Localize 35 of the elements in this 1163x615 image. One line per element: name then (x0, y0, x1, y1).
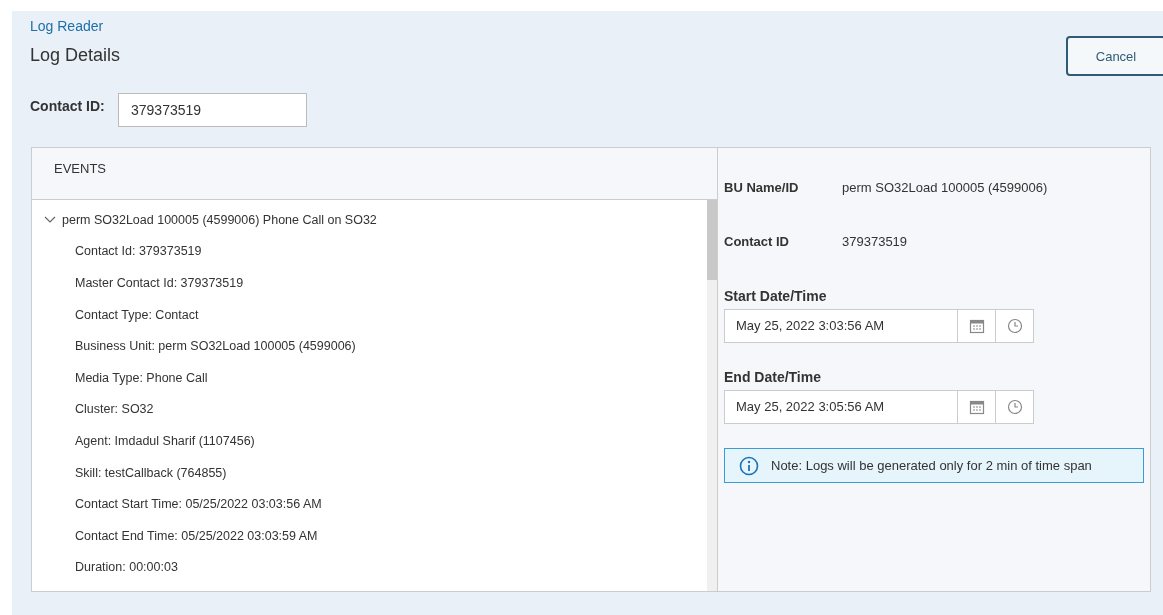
tree-item[interactable]: Skill: testCallback (764855) (75, 465, 227, 480)
detail-label: Contact ID (724, 234, 790, 251)
date-time-field[interactable]: May 25, 2022 3:03:56 AM (724, 309, 1034, 343)
detail-value: perm SO32Load 100005 (4599006) (842, 180, 1048, 197)
section-heading: EVENTS (54, 161, 106, 176)
contact-id-field[interactable]: 379373519 (118, 93, 307, 127)
tree-item[interactable]: perm SO32Load 100005 (4599006) Phone Call on SO32 (62, 212, 377, 227)
tree-item[interactable]: Contact End Time: 05/25/2022 03:03:59 AM (75, 528, 318, 543)
chevron-down-icon[interactable] (44, 215, 56, 224)
tree-item[interactable]: Contact Id: 379373519 (75, 244, 202, 259)
page-title: Log Details (30, 45, 121, 66)
detail-label: BU Name/ID (724, 180, 800, 197)
info-icon (739, 455, 759, 476)
tree-item[interactable]: Agent: Imdadul Sharif (1107456) (75, 433, 255, 448)
scrollbar[interactable] (707, 200, 717, 591)
breadcrumb-link[interactable]: Log Reader (30, 17, 121, 35)
detail-value: 379373519 (842, 234, 908, 251)
tree-item[interactable]: Business Unit: perm SO32Load 100005 (4599006) (75, 339, 356, 354)
tree-item[interactable]: Master Contact Id: 379373519 (75, 276, 244, 290)
note-text: Note: Logs will be generated only for 2 min of time span (771, 458, 1092, 473)
date-time-field[interactable]: May 25, 2022 3:05:56 AM (724, 390, 1034, 424)
cancel-button[interactable]: Cancel (1066, 36, 1163, 76)
tree-item[interactable]: Contact Start Time: 05/25/2022 03:03:56 AM (75, 497, 322, 512)
field-label: End Date/Time (724, 369, 822, 385)
tree-item[interactable]: Media Type: Phone Call (75, 370, 208, 385)
tree-item[interactable]: Cluster: SO32 (75, 402, 154, 417)
tree-item[interactable]: Duration: 00:00:03 (75, 560, 178, 575)
calendar-icon (968, 318, 985, 334)
clock-icon (1006, 399, 1023, 415)
field-label: Contact ID: (30, 98, 106, 114)
scrollbar-thumb[interactable] (707, 200, 717, 280)
calendar-icon (968, 399, 985, 415)
clock-icon (1006, 318, 1023, 334)
field-label: Start Date/Time (724, 288, 828, 304)
tree-item[interactable]: Contact Type: Contact (75, 307, 199, 322)
